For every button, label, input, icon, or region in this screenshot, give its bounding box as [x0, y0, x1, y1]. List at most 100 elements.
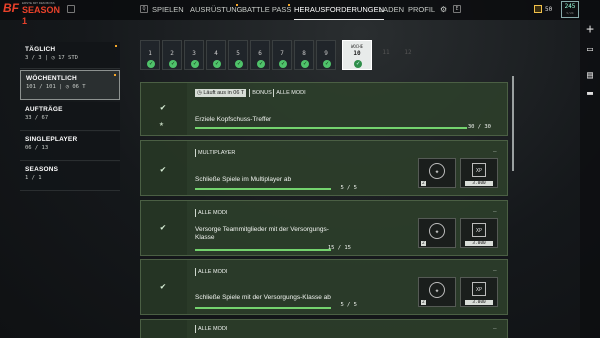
reward-item[interactable]: ◈ 2	[418, 218, 456, 248]
tag-mode: ALLE MODI	[198, 326, 228, 332]
check-icon: ✓	[169, 60, 177, 68]
challenge-tags: ALLE MODI	[195, 325, 227, 333]
settings-gear-icon[interactable]: ⚙	[440, 3, 447, 17]
notify-dot	[115, 45, 117, 47]
sidebar-item-singleplayer[interactable]: SINGLEPLAYER 06 / 13	[20, 132, 120, 161]
scrollbar[interactable]	[512, 76, 514, 171]
reward-emblem-icon: ◈	[429, 223, 445, 239]
challenge-card-2[interactable]: ✔ MULTIPLAYER Schließe Spiele im Multipl…	[140, 140, 508, 196]
tag-mode: ALLE MODI	[198, 269, 228, 275]
week-number: 8	[302, 50, 306, 57]
sidebar-item-title: TÄGLICH	[25, 46, 56, 53]
nav-profil[interactable]: PROFIL	[408, 3, 435, 17]
challenge-card-1[interactable]: ✔ ★ ◷ Läuft aus in 06 T BONUS ALLE MODI E…	[140, 82, 508, 136]
reward-xp[interactable]: XP 3.000	[460, 158, 498, 188]
week-tab-7[interactable]: 7 ✓	[272, 40, 292, 70]
week-tab-5[interactable]: 5 ✓	[228, 40, 248, 70]
reward-item[interactable]: ◈ 2	[418, 158, 456, 188]
week-tab-3[interactable]: 3 ✓	[184, 40, 204, 70]
week-number: 6	[258, 50, 262, 57]
coin-icon	[534, 5, 542, 13]
nav-battle-pass[interactable]: BATTLE PASS	[242, 3, 291, 17]
sidebar-item-title: SEASONS	[25, 166, 59, 173]
complete-check-icon: ✔	[160, 165, 166, 175]
week-label: WOCHE	[350, 44, 364, 49]
friends-icon[interactable]: ▤	[584, 70, 596, 82]
week-tab-10-current[interactable]: WOCHE 10 ✓	[342, 40, 372, 70]
week-number: 9	[324, 50, 328, 57]
challenge-card-4[interactable]: ✔ ALLE MODI Schließe Spiele mit der Vers…	[140, 259, 508, 315]
week-tab-11[interactable]: 11	[376, 40, 396, 70]
season-emblem-icon	[67, 5, 75, 13]
reward-emblem-icon: ◈	[429, 163, 445, 179]
chat-icon[interactable]: ▬	[584, 88, 596, 100]
week-tab-6[interactable]: 6 ✓	[250, 40, 270, 70]
season-title: SEASON 1	[22, 5, 61, 26]
week-tab-12[interactable]: 12	[398, 40, 418, 70]
week-number: 7	[280, 50, 284, 57]
progress-fill	[195, 127, 467, 129]
reward-item[interactable]: ◈ 2	[418, 277, 456, 307]
collapse-dash[interactable]: –	[493, 267, 497, 274]
progress-value: 30 / 30	[467, 124, 491, 130]
sidebar-item-woechentlich[interactable]: WÖCHENTLICH 101 / 101 | ◷ 06 T	[20, 70, 120, 100]
game-logo: BF	[3, 1, 19, 15]
week-tab-2[interactable]: 2 ✓	[162, 40, 182, 70]
week-number: 5	[236, 50, 240, 57]
party-icon[interactable]: ▭	[584, 44, 596, 56]
nav-spielen[interactable]: SPIELEN	[152, 3, 184, 17]
expiry-timer: ◷ Läuft aus in 06 T	[195, 89, 247, 97]
sidebar-item-taeglich[interactable]: TÄGLICH 3 / 3 | ◷ 17 STD	[20, 42, 120, 69]
challenge-card-5[interactable]: ALLE MODI –	[140, 319, 508, 338]
complete-check-icon: ✔	[160, 103, 166, 113]
reward-xp[interactable]: XP 3.000	[460, 277, 498, 307]
reward-xp[interactable]: XP 3.000	[460, 218, 498, 248]
check-icon: ✓	[213, 60, 221, 68]
week-tab-8[interactable]: 8 ✓	[294, 40, 314, 70]
sidebar-item-seasons[interactable]: SEASONS 1 / 1	[20, 162, 120, 191]
week-number: 4	[214, 50, 218, 57]
sidebar-item-value: 1 / 1	[25, 175, 42, 181]
nav-ausruestung-notify	[236, 4, 238, 6]
bonus-star-icon: ★	[159, 119, 164, 128]
reward-count: 2	[421, 300, 426, 305]
nav-left-key[interactable]: Q	[140, 5, 148, 13]
challenge-card-3[interactable]: ✔ ALLE MODI Versorge Teammitglieder mit …	[140, 200, 508, 256]
week-tab-9[interactable]: 9 ✓	[316, 40, 336, 70]
week-tab-4[interactable]: 4 ✓	[206, 40, 226, 70]
collapse-dash[interactable]: –	[493, 325, 497, 332]
week-number: 3	[192, 50, 196, 57]
reward-emblem-icon: ◈	[429, 282, 445, 298]
xp-icon: XP	[472, 282, 486, 296]
notify-dot	[114, 74, 116, 76]
week-number: 1	[148, 50, 152, 57]
challenge-title: Schließe Spiele im Multiplayer ab	[195, 176, 292, 183]
reward-xp-value: 3.000	[465, 181, 493, 186]
challenge-title: Erziele Kopfschuss-Treffer	[195, 116, 272, 123]
tag-mode: ALLE MODI	[276, 90, 306, 96]
reward-count: 2	[421, 181, 426, 186]
check-icon: ✓	[301, 60, 309, 68]
nav-battle-pass-notify	[288, 4, 290, 6]
nav-herausforderungen[interactable]: HERAUSFORDERUNGEN	[294, 3, 385, 20]
check-icon: ✓	[354, 60, 362, 68]
nav-laden[interactable]: LADEN	[379, 3, 404, 17]
progress-value: 5 / 5	[340, 185, 357, 191]
nav-right-key[interactable]: E	[453, 5, 461, 13]
nav-ausruestung[interactable]: AUSRÜSTUNG	[190, 3, 243, 17]
reward-xp-value: 3.000	[465, 300, 493, 305]
sidebar-item-value: 101 / 101 | ◷ 06 T	[26, 84, 86, 90]
progress-value: 5 / 5	[340, 302, 357, 308]
collapse-dash[interactable]: –	[493, 208, 497, 215]
tag-mode: ALLE MODI	[198, 210, 228, 216]
week-tab-1[interactable]: 1 ✓	[140, 40, 160, 70]
player-level-sub: 5/24	[566, 11, 574, 15]
sidebar-item-auftraege[interactable]: AUFTRÄGE 33 / 67	[20, 102, 120, 131]
collapse-dash[interactable]: –	[493, 148, 497, 155]
challenge-tags: ◷ Läuft aus in 06 T BONUS ALLE MODI	[195, 89, 306, 97]
player-level-badge[interactable]: 245 5/24	[561, 1, 579, 18]
reward-count: 2	[421, 241, 426, 246]
add-friend-icon[interactable]: +	[584, 23, 596, 36]
progress-value: 15 / 15	[327, 245, 351, 251]
top-bar: BF ERSTE MIT DEM BOSS SEASON 1 Q SPIELEN…	[0, 0, 600, 26]
